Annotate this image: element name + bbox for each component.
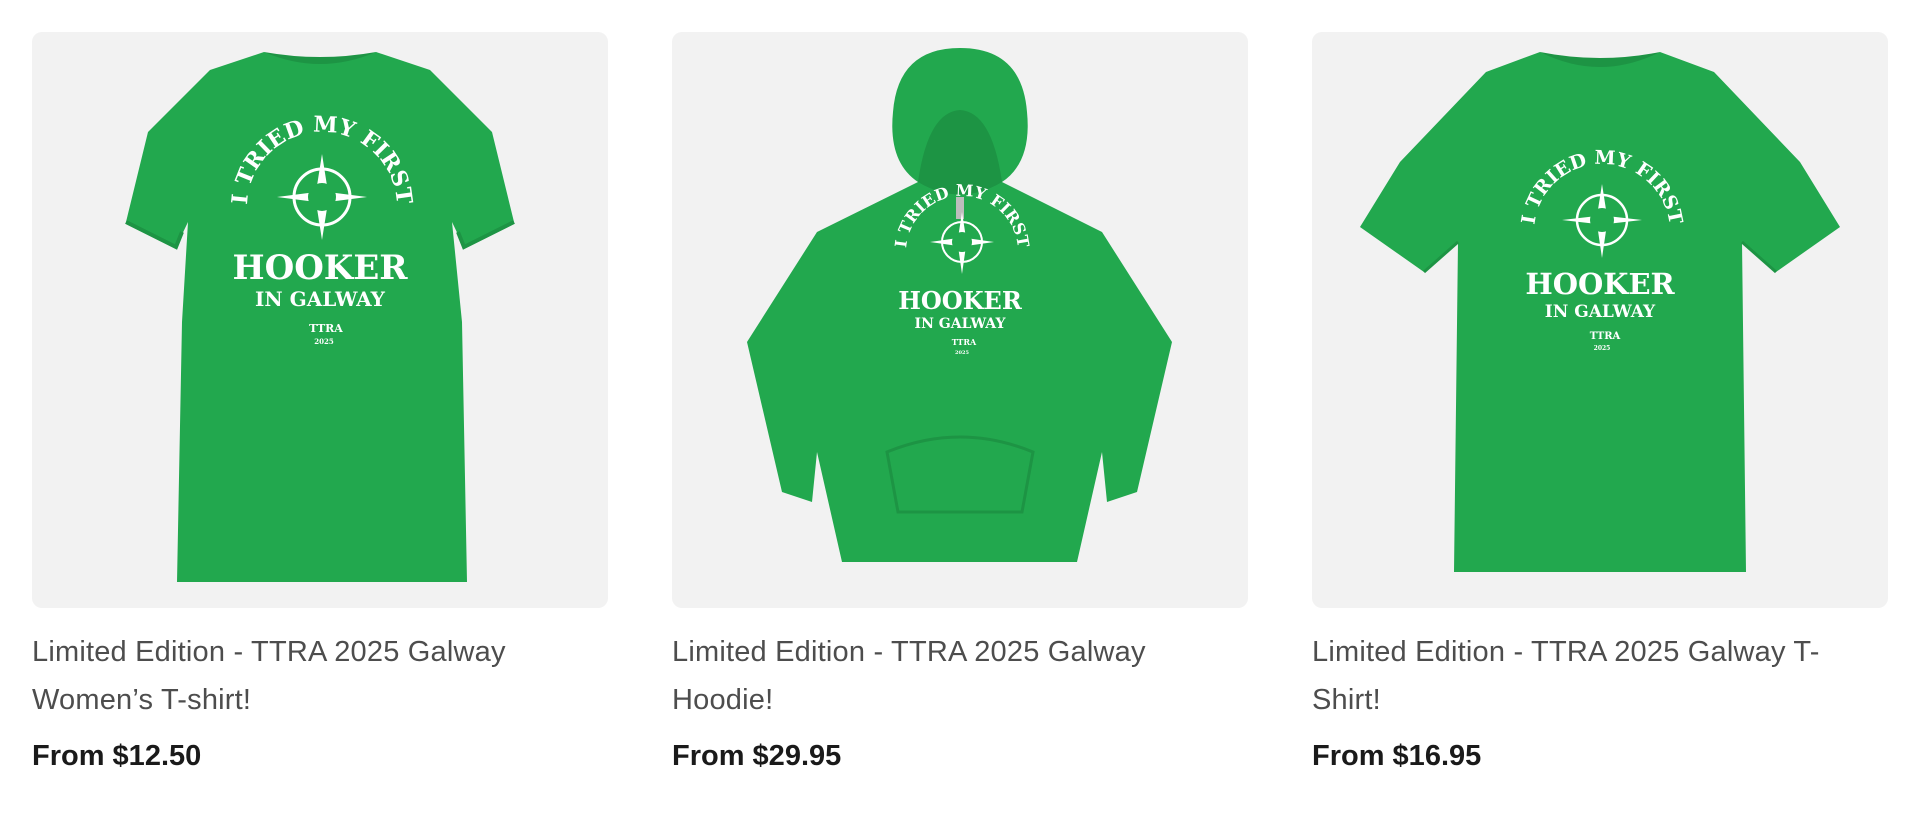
- product-image[interactable]: I TRIED MY FIRST HOOKER IN GALWAY TTRA 2…: [1312, 32, 1888, 608]
- product-card-unisex-tshirt[interactable]: I TRIED MY FIRST HOOKER IN GALWAY TTRA 2…: [1312, 32, 1888, 774]
- product-title[interactable]: Limited Edition - TTRA 2025 Galway Hoodi…: [672, 628, 1248, 724]
- hoodie-illustration: I TRIED MY FIRST HOOKER IN GALWAY TTRA 2…: [747, 48, 1172, 562]
- product-card-womens-tshirt[interactable]: I TRIED MY FIRST HOOKER IN GALWAY TTRA 2…: [32, 32, 608, 774]
- print-sub-text: IN GALWAY: [1545, 302, 1656, 322]
- print-year-text: 2025: [955, 350, 969, 356]
- product-price: From $16.95: [1312, 740, 1482, 772]
- product-image[interactable]: I TRIED MY FIRST HOOKER IN GALWAY TTRA 2…: [672, 32, 1248, 608]
- print-main-text: HOOKER: [898, 286, 1023, 315]
- product-image[interactable]: I TRIED MY FIRST HOOKER IN GALWAY TTRA 2…: [32, 32, 608, 608]
- product-title[interactable]: Limited Edition - TTRA 2025 Galway Women…: [32, 628, 608, 724]
- print-year-text: 2025: [1594, 345, 1611, 352]
- print-main-text: HOOKER: [1525, 267, 1675, 301]
- print-sub-text: IN GALWAY: [915, 316, 1007, 332]
- product-grid: I TRIED MY FIRST HOOKER IN GALWAY TTRA 2…: [32, 32, 1888, 774]
- print-brand-text: TTRA: [1590, 331, 1621, 342]
- print-sub-text: IN GALWAY: [255, 287, 386, 311]
- unisex-tshirt-illustration: I TRIED MY FIRST HOOKER IN GALWAY TTRA 2…: [1360, 52, 1840, 572]
- product-price: From $12.50: [32, 740, 202, 772]
- print-main-text: HOOKER: [232, 248, 408, 288]
- product-price: From $29.95: [672, 740, 842, 772]
- print-brand-text: TTRA: [309, 322, 343, 335]
- print-year-text: 2025: [314, 337, 334, 346]
- product-card-hoodie[interactable]: I TRIED MY FIRST HOOKER IN GALWAY TTRA 2…: [672, 32, 1248, 774]
- print-brand-text: TTRA: [952, 337, 977, 347]
- womens-tshirt-illustration: I TRIED MY FIRST HOOKER IN GALWAY TTRA 2…: [125, 52, 515, 582]
- product-title[interactable]: Limited Edition - TTRA 2025 Galway T-Shi…: [1312, 628, 1888, 724]
